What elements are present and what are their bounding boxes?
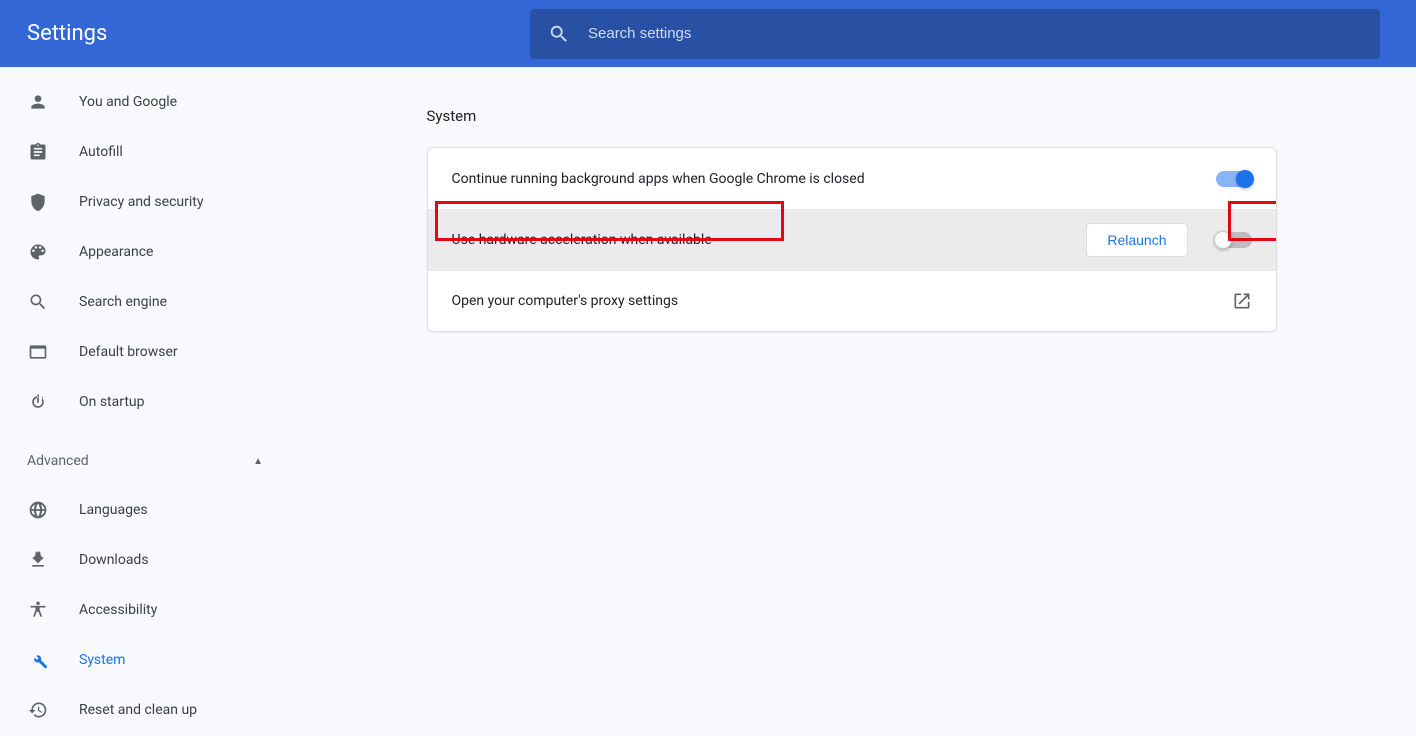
toggle-background-apps[interactable]	[1216, 171, 1252, 187]
restore-icon	[27, 699, 49, 721]
accessibility-icon	[27, 599, 49, 621]
sidebar-item-label: Appearance	[79, 244, 153, 260]
sidebar-item-reset-and-clean-up[interactable]: Reset and clean up	[0, 685, 287, 735]
page-app-title: Settings	[27, 21, 530, 46]
row-label: Use hardware acceleration when available	[452, 232, 1087, 248]
window-icon	[27, 341, 49, 363]
sidebar-item-label: You and Google	[79, 94, 177, 110]
person-icon	[27, 91, 49, 113]
palette-icon	[27, 241, 49, 263]
sidebar-item-languages[interactable]: Languages	[0, 485, 287, 535]
clipboard-icon	[27, 141, 49, 163]
sidebar-item-label: Privacy and security	[79, 194, 203, 210]
sidebar-item-label: System	[79, 652, 125, 668]
sidebar-item-label: Downloads	[79, 552, 149, 568]
power-icon	[27, 391, 49, 413]
main-content: System Continue running background apps …	[287, 67, 1416, 736]
sidebar-item-label: On startup	[79, 394, 145, 410]
download-icon	[27, 549, 49, 571]
topbar: Settings	[0, 0, 1416, 67]
sidebar-item-privacy-and-security[interactable]: Privacy and security	[0, 177, 287, 227]
search-input[interactable]	[588, 25, 1362, 42]
sidebar-item-autofill[interactable]: Autofill	[0, 127, 287, 177]
sidebar: You and Google Autofill Privacy and secu…	[0, 67, 287, 736]
toggle-hardware-accel[interactable]	[1216, 232, 1252, 248]
wrench-icon	[27, 649, 49, 671]
sidebar-item-accessibility[interactable]: Accessibility	[0, 585, 287, 635]
row-proxy-settings[interactable]: Open your computer's proxy settings	[428, 270, 1276, 331]
relaunch-button[interactable]: Relaunch	[1086, 223, 1187, 257]
sidebar-item-label: Reset and clean up	[79, 702, 197, 718]
globe-icon	[27, 499, 49, 521]
sidebar-advanced-label: Advanced	[27, 453, 89, 469]
row-label: Continue running background apps when Go…	[452, 171, 1216, 187]
row-hardware-accel[interactable]: Use hardware acceleration when available…	[428, 209, 1276, 270]
sidebar-item-you-and-google[interactable]: You and Google	[0, 77, 287, 127]
page-title: System	[427, 107, 1277, 125]
sidebar-item-label: Languages	[79, 502, 148, 518]
search-settings-box[interactable]	[530, 9, 1380, 59]
row-label: Open your computer's proxy settings	[452, 293, 1232, 309]
row-background-apps[interactable]: Continue running background apps when Go…	[428, 148, 1276, 209]
search-icon	[27, 291, 49, 313]
chevron-up-icon: ▲	[253, 456, 263, 467]
sidebar-item-on-startup[interactable]: On startup	[0, 377, 287, 427]
external-link-icon	[1232, 291, 1252, 311]
sidebar-item-search-engine[interactable]: Search engine	[0, 277, 287, 327]
sidebar-item-appearance[interactable]: Appearance	[0, 227, 287, 277]
sidebar-item-label: Autofill	[79, 144, 123, 160]
sidebar-item-system[interactable]: System	[0, 635, 287, 685]
shield-icon	[27, 191, 49, 213]
search-icon	[548, 23, 570, 45]
sidebar-advanced-toggle[interactable]: Advanced ▲	[0, 437, 287, 485]
sidebar-item-label: Search engine	[79, 294, 167, 310]
sidebar-item-downloads[interactable]: Downloads	[0, 535, 287, 585]
sidebar-item-label: Default browser	[79, 344, 178, 360]
sidebar-item-default-browser[interactable]: Default browser	[0, 327, 287, 377]
sidebar-item-label: Accessibility	[79, 602, 157, 618]
system-settings-card: Continue running background apps when Go…	[427, 147, 1277, 332]
